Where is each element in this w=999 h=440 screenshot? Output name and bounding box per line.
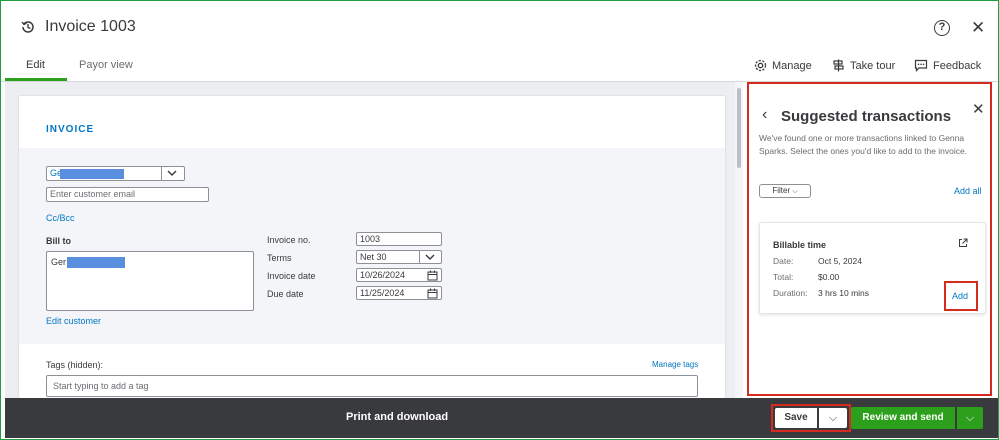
date-label: Date:: [773, 256, 794, 266]
manage-button[interactable]: Manage: [754, 59, 812, 72]
billable-time-card: Billable time Date: Oct 5, 2024 Total: $…: [759, 222, 986, 314]
take-tour-button[interactable]: Take tour: [832, 59, 895, 72]
invoice-no-label: Invoice no.: [267, 235, 311, 245]
total-label: Total:: [773, 272, 794, 282]
feedback-icon: [914, 59, 928, 72]
external-link-icon[interactable]: [958, 238, 968, 248]
feedback-label: Feedback: [933, 59, 982, 72]
bill-to-label: Bill to: [46, 236, 71, 246]
save-button[interactable]: Save: [775, 408, 817, 428]
manage-tags-link[interactable]: Manage tags: [652, 360, 698, 369]
chevron-down-icon: ⌵: [792, 188, 798, 195]
tab-edit[interactable]: Edit: [26, 59, 45, 71]
review-options-chevron-icon[interactable]: ⌵: [957, 407, 983, 429]
tab-payor-view[interactable]: Payor view: [79, 59, 133, 71]
panel-close-icon[interactable]: ✕: [972, 100, 985, 118]
duration-label: Duration:: [773, 288, 808, 298]
invoice-sheet: INVOICE Ge Enter customer email Cc/Bcc B…: [19, 96, 725, 398]
tags-label: Tags (hidden):: [46, 360, 104, 370]
bill-to-value: Ger: [51, 257, 67, 267]
gear-icon: [754, 59, 767, 72]
invoice-no-input[interactable]: 1003: [356, 232, 442, 246]
due-date-value: 11/25/2024: [360, 288, 405, 298]
terms-divider: [419, 251, 420, 263]
terms-label: Terms: [267, 253, 292, 263]
panel-title: Suggested transactions: [781, 108, 952, 125]
tab-edit-underline: [5, 78, 67, 81]
redacted-address: [67, 257, 125, 268]
add-transaction-link[interactable]: Add: [952, 291, 968, 301]
print-and-download-button[interactable]: Print and download: [346, 411, 448, 423]
title-bar: Invoice 1003 ? ✕: [1, 1, 998, 53]
email-placeholder: Enter customer email: [50, 189, 136, 199]
invoice-date-label: Invoice date: [267, 271, 316, 281]
filter-label: Filter: [772, 186, 791, 195]
cc-bcc-link[interactable]: Cc/Bcc: [46, 213, 75, 223]
footer-bar: Print and download Save ⌵ Review and sen…: [5, 398, 998, 438]
suggested-transactions-panel: ‹ Suggested transactions ✕ We've found o…: [747, 82, 992, 396]
window-title: Invoice 1003: [45, 18, 136, 35]
redacted-name: [60, 169, 124, 179]
card-title: Billable time: [773, 240, 827, 250]
feedback-button[interactable]: Feedback: [914, 59, 981, 72]
terms-select[interactable]: Net 30: [356, 250, 442, 264]
invoice-canvas: INVOICE Ge Enter customer email Cc/Bcc B…: [5, 82, 735, 398]
scroll-thumb[interactable]: [737, 88, 741, 168]
bill-to-address[interactable]: Ger: [46, 251, 254, 311]
invoice-no-value: 1003: [360, 234, 381, 244]
duration-value: 3 hrs 10 mins: [818, 288, 870, 298]
history-icon[interactable]: [21, 20, 35, 34]
take-tour-label: Take tour: [850, 59, 896, 72]
calendar-icon[interactable]: [427, 288, 438, 299]
customer-select[interactable]: Ge: [46, 166, 185, 181]
close-icon[interactable]: ✕: [971, 18, 985, 38]
invoice-date-input[interactable]: 10/26/2024: [356, 268, 442, 282]
filter-button[interactable]: Filter ⌵: [759, 184, 811, 198]
add-all-link[interactable]: Add all: [954, 186, 982, 196]
add-highlight: Add: [944, 281, 978, 311]
signpost-icon: [833, 59, 844, 72]
tags-input[interactable]: Start typing to add a tag: [46, 375, 698, 397]
chevron-down-icon: [167, 170, 177, 176]
select-divider: [161, 167, 162, 180]
back-chevron-icon[interactable]: ‹: [762, 106, 767, 124]
invoice-date-value: 10/26/2024: [360, 270, 406, 280]
due-date-input[interactable]: 11/25/2024: [356, 286, 442, 300]
edit-customer-link[interactable]: Edit customer: [46, 316, 101, 326]
customer-email-input[interactable]: Enter customer email: [46, 187, 209, 202]
invoice-heading: INVOICE: [46, 124, 95, 135]
invoice-window: Invoice 1003 ? ✕ Edit Payor view Manage …: [0, 0, 999, 440]
panel-description: We've found one or more transactions lin…: [759, 133, 968, 156]
tags-placeholder: Start typing to add a tag: [53, 381, 149, 391]
date-value: Oct 5, 2024: [818, 256, 862, 266]
chevron-down-icon: [425, 254, 435, 260]
help-icon[interactable]: ?: [934, 20, 950, 36]
calendar-icon[interactable]: [427, 270, 438, 281]
save-highlight: Save ⌵: [771, 404, 851, 432]
due-date-label: Due date: [267, 289, 304, 299]
save-options-chevron-icon[interactable]: ⌵: [819, 408, 847, 428]
manage-label: Manage: [772, 59, 812, 72]
total-value: $0.00: [818, 272, 840, 282]
panel-body: ‹ Suggested transactions ✕ We've found o…: [749, 84, 990, 394]
terms-value: Net 30: [360, 252, 387, 262]
review-and-send-button[interactable]: Review and send: [851, 407, 955, 429]
canvas-scrollbar[interactable]: [735, 82, 743, 398]
